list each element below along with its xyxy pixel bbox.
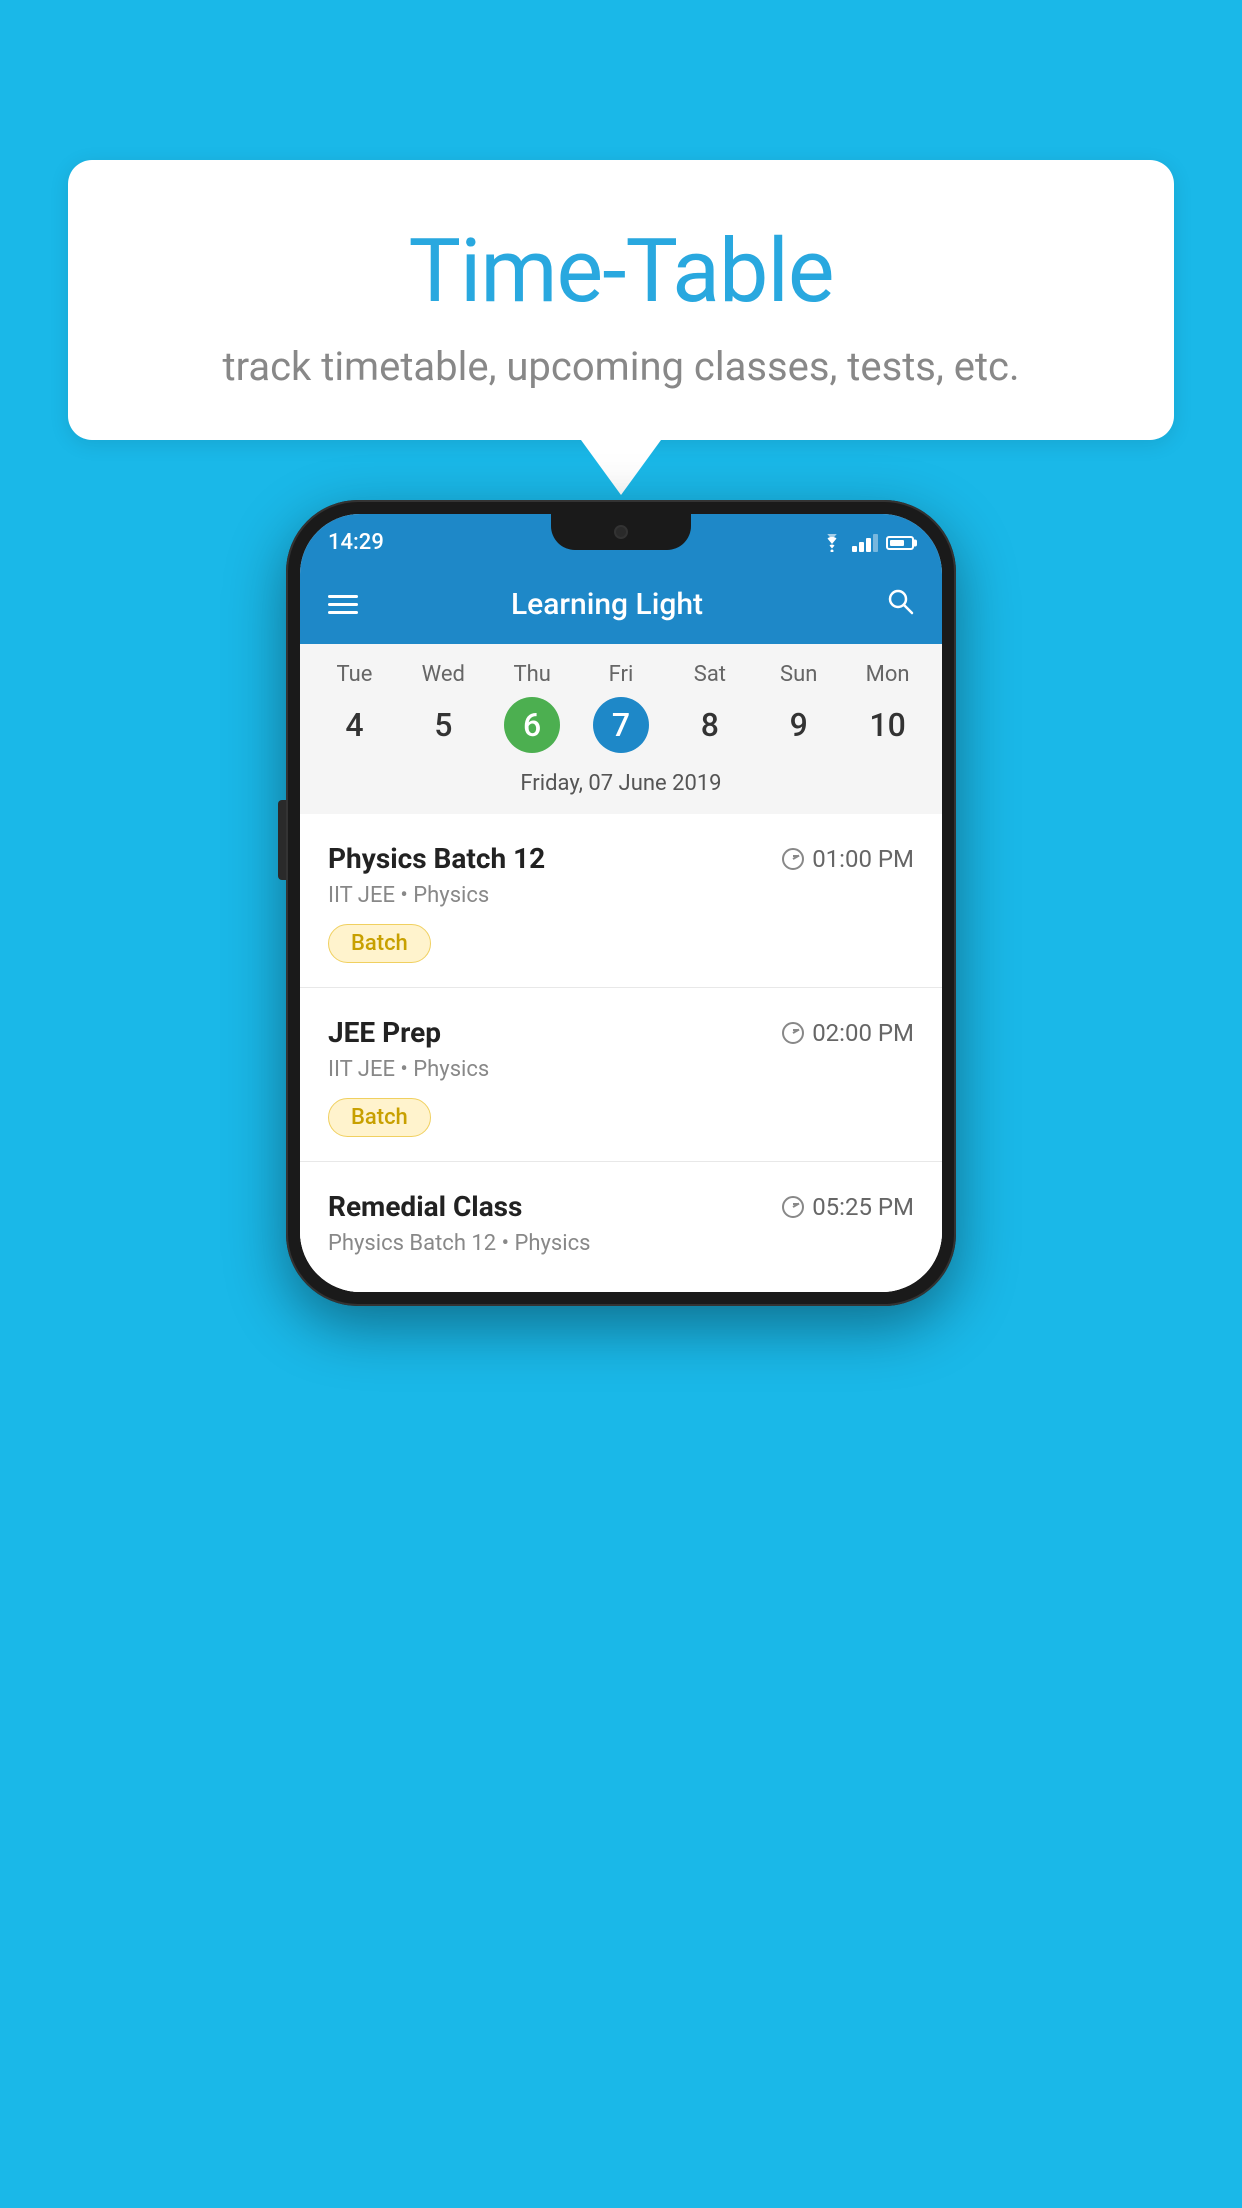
day-number[interactable]: 4 (326, 697, 382, 753)
day-name: Fri (609, 662, 634, 687)
schedule-item-header: JEE Prep 02:00 PM (328, 1016, 914, 1049)
schedule-time-text: 05:25 PM (812, 1193, 914, 1221)
calendar-section: Tue 4 Wed 5 Thu 6 Fri 7 Sat 8 Sun 9 Mon 10 Friday, 07… (300, 644, 942, 814)
speech-bubble-arrow (581, 440, 661, 495)
speech-bubble-section: Time-Table track timetable, upcoming cla… (68, 160, 1174, 495)
schedule-item[interactable]: Remedial Class 05:25 PM Physics Batch 12 •… (300, 1162, 942, 1292)
schedule-time: 05:25 PM (782, 1193, 914, 1221)
schedule-subtitle: IIT JEE • Physics (328, 883, 914, 908)
speech-bubble-subtitle: track timetable, upcoming classes, tests… (108, 343, 1134, 390)
day-column-wed[interactable]: Wed 5 (399, 662, 488, 753)
speech-bubble-title: Time-Table (108, 220, 1134, 323)
speech-bubble-card: Time-Table track timetable, upcoming cla… (68, 160, 1174, 440)
phone-mockup-container: 14:29 (68, 500, 1174, 1306)
day-name: Sun (780, 662, 817, 687)
day-column-mon[interactable]: Mon 10 (843, 662, 932, 753)
signal-icon (852, 534, 878, 552)
schedule-list: Physics Batch 12 01:00 PM IIT JEE • Physic… (300, 814, 942, 1292)
selected-date-label: Friday, 07 June 2019 (300, 761, 942, 814)
day-number[interactable]: 10 (860, 697, 916, 753)
schedule-title: JEE Prep (328, 1016, 441, 1049)
day-number[interactable]: 7 (593, 697, 649, 753)
day-number[interactable]: 9 (771, 697, 827, 753)
batch-badge: Batch (328, 1098, 431, 1137)
day-column-sun[interactable]: Sun 9 (754, 662, 843, 753)
schedule-item[interactable]: JEE Prep 02:00 PM IIT JEE • Physics Batch (300, 988, 942, 1162)
day-column-sat[interactable]: Sat 8 (665, 662, 754, 753)
schedule-time-text: 02:00 PM (812, 1019, 914, 1047)
schedule-subtitle: Physics Batch 12 • Physics (328, 1231, 914, 1256)
schedule-item[interactable]: Physics Batch 12 01:00 PM IIT JEE • Physic… (300, 814, 942, 988)
clock-icon (782, 1196, 804, 1218)
day-column-tue[interactable]: Tue 4 (310, 662, 399, 753)
clock-icon (782, 848, 804, 870)
status-time: 14:29 (328, 530, 384, 555)
schedule-time-text: 01:00 PM (812, 845, 914, 873)
status-bar: 14:29 (300, 514, 942, 565)
day-name: Sat (694, 662, 726, 687)
app-title: Learning Light (328, 587, 886, 622)
schedule-title: Physics Batch 12 (328, 842, 545, 875)
camera-dot (614, 525, 628, 539)
schedule-item-header: Physics Batch 12 01:00 PM (328, 842, 914, 875)
day-number[interactable]: 8 (682, 697, 738, 753)
day-column-thu[interactable]: Thu 6 (488, 662, 577, 753)
day-name: Mon (866, 662, 910, 687)
notch (551, 514, 691, 550)
phone-device: 14:29 (286, 500, 956, 1306)
wifi-icon (820, 534, 844, 552)
clock-icon (782, 1022, 804, 1044)
phone-screen: 14:29 (300, 514, 942, 1292)
schedule-item-header: Remedial Class 05:25 PM (328, 1190, 914, 1223)
day-number[interactable]: 5 (415, 697, 471, 753)
schedule-time: 02:00 PM (782, 1019, 914, 1047)
days-row: Tue 4 Wed 5 Thu 6 Fri 7 Sat 8 Sun 9 Mon 10 (300, 644, 942, 761)
batch-badge: Batch (328, 924, 431, 963)
day-name: Thu (513, 662, 550, 687)
status-icons (820, 534, 914, 552)
search-button[interactable] (886, 587, 914, 622)
day-number[interactable]: 6 (504, 697, 560, 753)
schedule-subtitle: IIT JEE • Physics (328, 1057, 914, 1082)
day-name: Wed (422, 662, 465, 687)
day-name: Tue (336, 662, 372, 687)
app-bar: Learning Light (300, 565, 942, 644)
battery-icon (886, 536, 914, 550)
day-column-fri[interactable]: Fri 7 (577, 662, 666, 753)
schedule-time: 01:00 PM (782, 845, 914, 873)
schedule-title: Remedial Class (328, 1190, 522, 1223)
